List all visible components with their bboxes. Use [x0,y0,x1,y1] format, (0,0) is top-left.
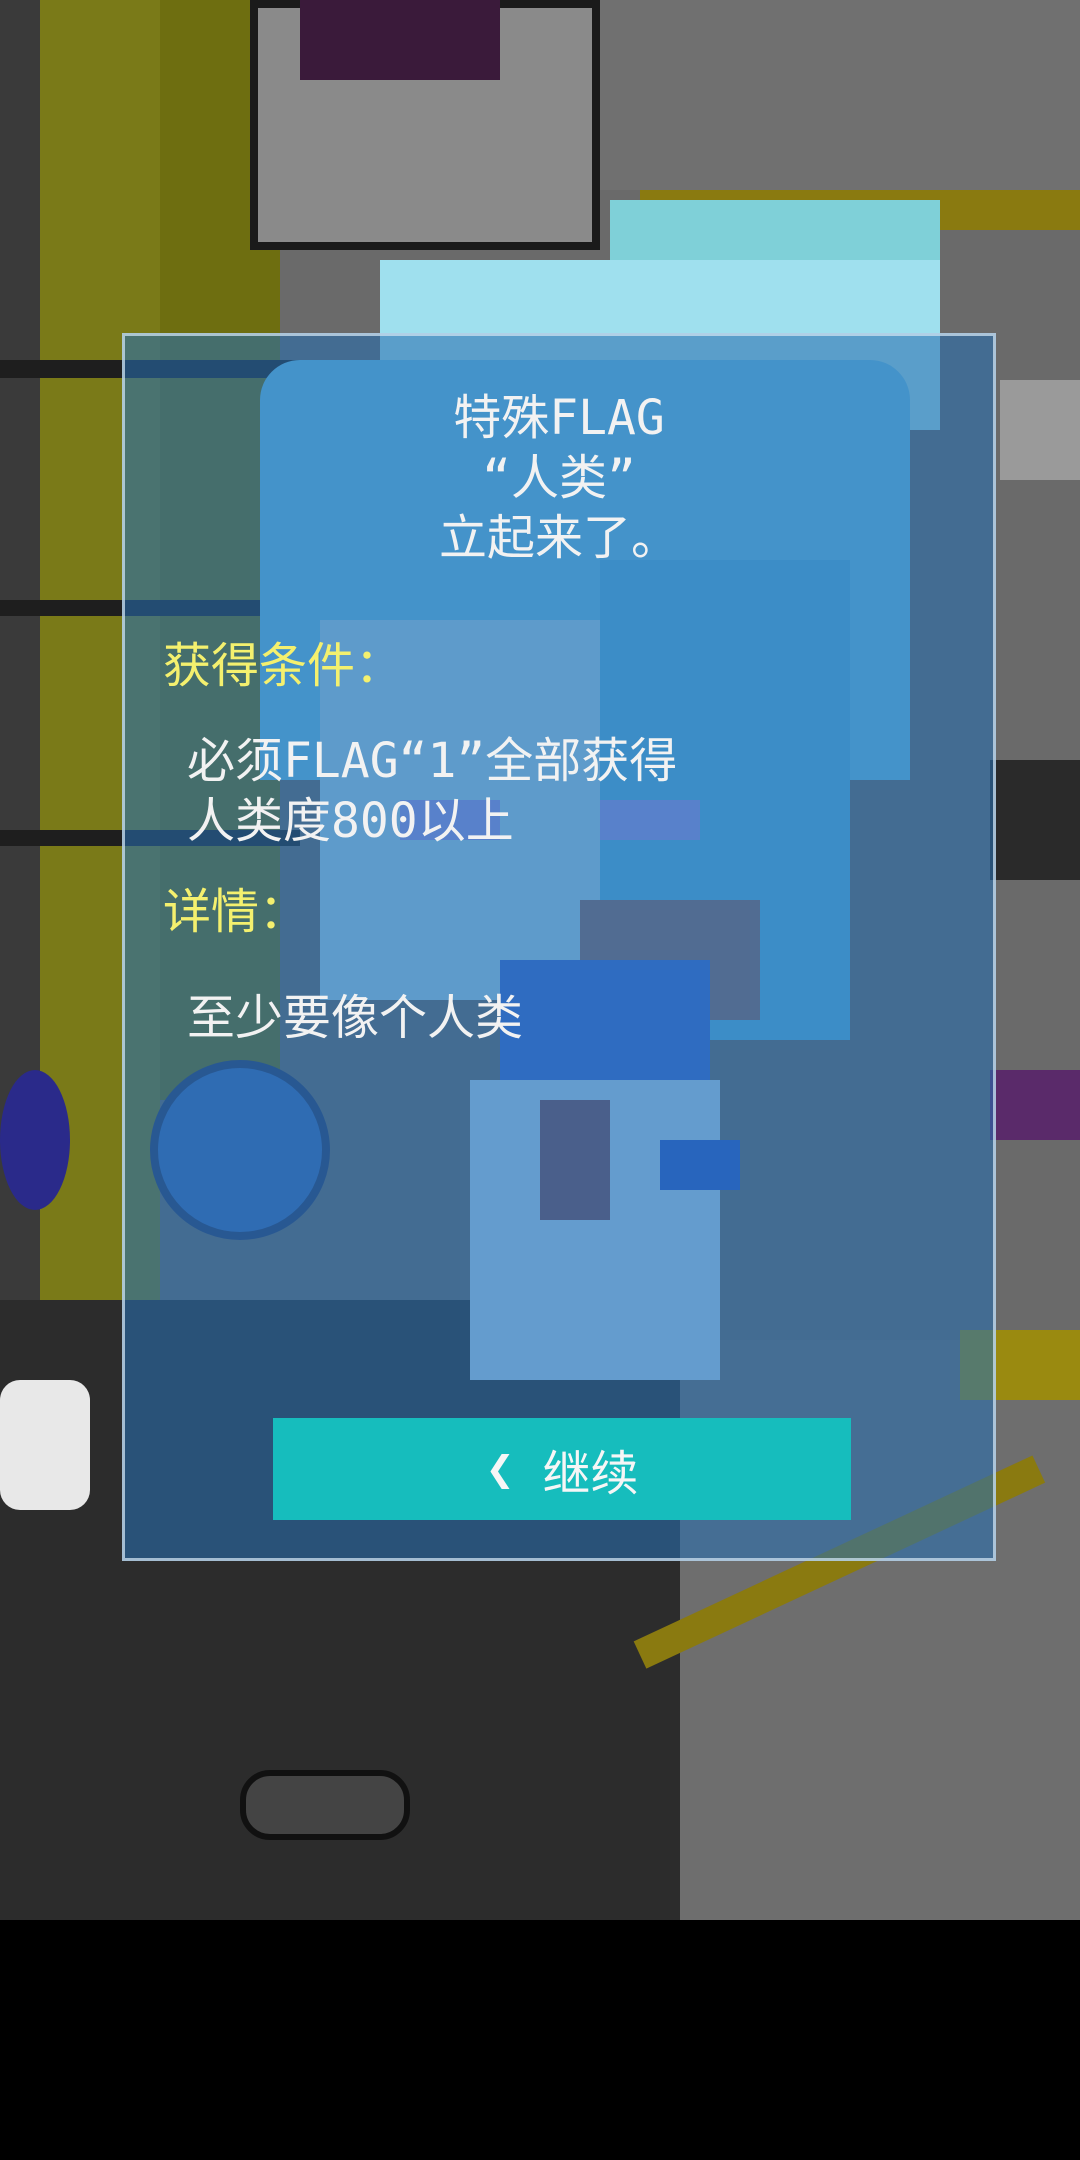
flag-achieved-dialog: 特殊FLAG “人类” 立起来了。 获得条件： 必须FLAG“1”全部获得 人类… [122,333,996,1561]
bottom-black-bar [0,1920,1080,2160]
condition-label: 获得条件： [163,638,404,694]
detail-label: 详情： [163,884,308,940]
condition-line-2: 人类度800以上 [187,793,514,849]
chevron-left-icon: ❮ [485,1441,515,1497]
dialog-title: 特殊FLAG “人类” 立起来了。 [125,388,993,568]
title-line-2: “人类” [482,450,636,506]
condition-line-1: 必须FLAG“1”全部获得 [187,733,678,789]
title-line-3: 立起来了。 [438,510,679,566]
continue-button[interactable]: ❮ 继续 [273,1418,851,1520]
detail-text: 至少要像个人类 [187,990,524,1046]
title-line-1: 特殊FLAG [453,390,665,446]
continue-label: 继续 [542,1446,639,1502]
